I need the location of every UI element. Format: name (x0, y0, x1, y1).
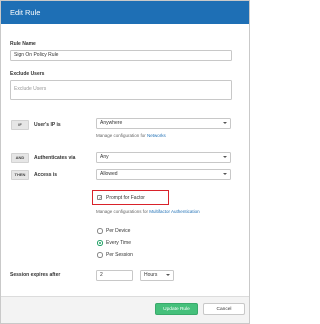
networks-manage-prefix: Manage configuration for (96, 133, 146, 138)
dialog-body: Rule Name Sign On Policy Rule Exclude Us… (1, 24, 249, 296)
ip-select-value: Anywhere (100, 120, 123, 126)
authenticates-select-value: Any (100, 154, 109, 160)
prompt-factor-checkbox[interactable]: ✓ (97, 195, 102, 200)
chevron-down-icon (166, 274, 170, 276)
networks-link[interactable]: Networks (147, 133, 166, 138)
access-select-value: Allowed (100, 171, 118, 177)
chevron-down-icon (223, 156, 227, 158)
every-time-radio[interactable] (97, 240, 103, 246)
access-select[interactable]: Allowed (96, 169, 231, 180)
per-session-label: Per Session (106, 252, 133, 258)
cancel-button[interactable]: Cancel (203, 303, 245, 315)
rule-name-input[interactable]: Sign On Policy Rule (10, 50, 232, 61)
mfa-manage-text: Manage configurations for Multifactor Au… (96, 209, 200, 214)
every-time-label: Every Time (106, 240, 132, 246)
ip-select[interactable]: Anywhere (96, 118, 231, 129)
exclude-users-label: Exclude Users (10, 71, 45, 77)
session-value-input[interactable]: 2 (96, 270, 133, 281)
session-expires-label: Session expires after (10, 272, 61, 278)
edit-rule-dialog: Edit Rule Rule Name Sign On Policy Rule … (0, 0, 250, 324)
if-tag: IF (11, 120, 29, 130)
authenticates-select[interactable]: Any (96, 152, 231, 163)
mfa-manage-prefix: Manage configurations for (96, 209, 149, 214)
per-device-label: Per Device (106, 228, 131, 234)
access-is-label: Access is (34, 172, 58, 178)
per-device-radio[interactable] (97, 228, 103, 234)
rule-name-label: Rule Name (10, 41, 36, 47)
chevron-down-icon (223, 173, 227, 175)
per-session-radio[interactable] (97, 252, 103, 258)
authenticates-via-label: Authenticates via (34, 155, 76, 161)
mfa-link[interactable]: Multifactor Authentication (149, 209, 199, 214)
networks-manage-text: Manage configuration for Networks (96, 133, 166, 138)
dialog-title: Edit Rule (1, 1, 249, 24)
and-tag: AND (11, 153, 29, 163)
session-unit-select[interactable]: Hours (140, 270, 174, 281)
dialog-footer: Update Rule Cancel (1, 296, 249, 323)
session-unit-value: Hours (144, 272, 158, 278)
check-icon: ✓ (98, 195, 103, 201)
prompt-factor-label: Prompt for Factor (106, 195, 145, 201)
exclude-users-input[interactable]: Exclude Users (10, 80, 232, 100)
then-tag: THEN (11, 170, 29, 180)
ip-condition-label: User's IP is (34, 122, 61, 128)
update-rule-button[interactable]: Update Rule (155, 303, 198, 315)
chevron-down-icon (223, 122, 227, 124)
